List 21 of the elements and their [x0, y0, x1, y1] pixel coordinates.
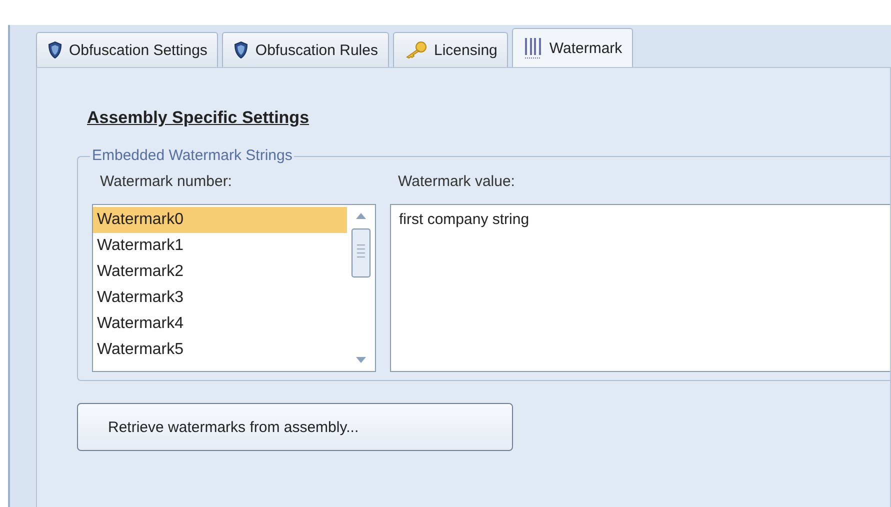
tab[interactable]: Obfuscation Settings [36, 32, 218, 67]
list-label: Watermark number: [100, 173, 233, 190]
tab[interactable]: Obfuscation Rules [222, 32, 389, 67]
list-item[interactable]: Watermark4 [93, 311, 347, 337]
list-item[interactable]: Watermark5 [93, 337, 347, 363]
list-item[interactable]: Watermark0 [93, 207, 347, 233]
barcode-icon [523, 37, 544, 59]
shield-icon [233, 41, 250, 59]
list-item[interactable]: Watermark3 [93, 285, 347, 311]
list-item[interactable]: Watermark2 [93, 259, 347, 285]
key-icon [404, 41, 428, 59]
watermark-value-field[interactable]: first company string [390, 204, 890, 372]
tab[interactable]: Watermark [512, 28, 634, 67]
list-item[interactable]: Watermark1 [93, 233, 347, 259]
section-title: Assembly Specific Settings [87, 108, 310, 128]
watermark-list[interactable]: Watermark0 Watermark1 Watermark2 Watermark3 Watermark4 Watermark5 [92, 204, 376, 372]
shield-icon [47, 41, 63, 59]
tab[interactable]: Licensing [393, 32, 508, 67]
retrieve-button[interactable]: Retrieve watermarks from assembly... [77, 403, 513, 451]
group-title: Embedded Watermark Strings [90, 147, 294, 164]
value-label: Watermark value: [398, 173, 516, 190]
